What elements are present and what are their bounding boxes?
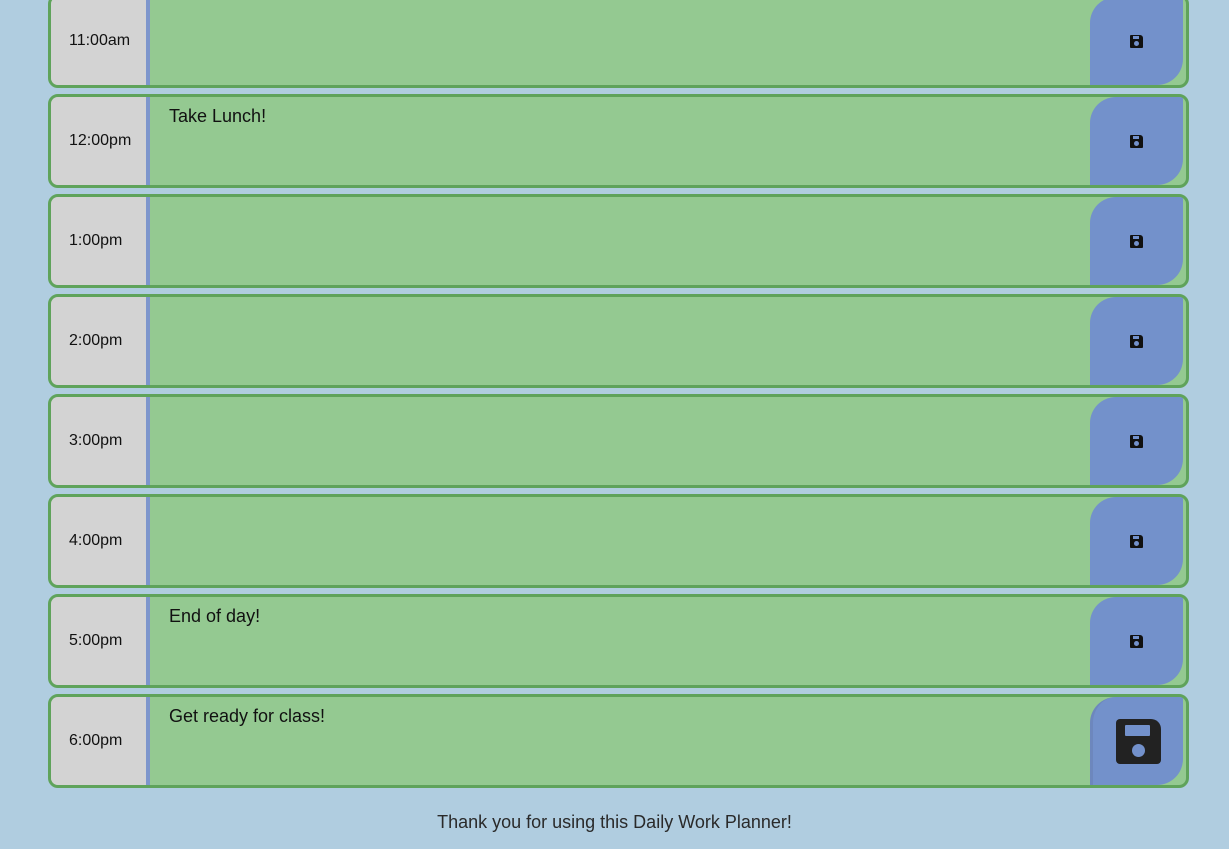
floppy-disk-icon bbox=[1130, 34, 1143, 48]
event-description-input[interactable]: End of day! bbox=[154, 597, 1090, 685]
event-description-input[interactable] bbox=[154, 297, 1090, 385]
footer-message: Thank you for using this Daily Work Plan… bbox=[437, 812, 792, 832]
save-button[interactable] bbox=[1090, 0, 1183, 85]
event-description-input[interactable]: Take Lunch! bbox=[154, 97, 1090, 185]
save-button[interactable] bbox=[1090, 97, 1183, 185]
hour-label: 11:00am bbox=[51, 0, 150, 85]
event-description-input[interactable] bbox=[154, 397, 1090, 485]
floppy-disk-icon bbox=[1130, 434, 1143, 448]
save-button[interactable] bbox=[1090, 497, 1183, 585]
time-block-5pm: 5:00pm End of day! bbox=[48, 594, 1189, 688]
save-button[interactable] bbox=[1090, 197, 1183, 285]
floppy-disk-icon bbox=[1130, 334, 1143, 348]
hour-label: 5:00pm bbox=[51, 597, 150, 685]
time-block-2pm: 2:00pm bbox=[48, 294, 1189, 388]
floppy-disk-icon bbox=[1130, 134, 1143, 148]
event-description-input[interactable] bbox=[154, 0, 1090, 85]
event-description-input[interactable] bbox=[154, 197, 1090, 285]
save-button[interactable] bbox=[1090, 697, 1183, 785]
hour-label: 12:00pm bbox=[51, 97, 150, 185]
event-description-input[interactable] bbox=[154, 497, 1090, 585]
save-button[interactable] bbox=[1090, 297, 1183, 385]
hour-label: 3:00pm bbox=[51, 397, 150, 485]
hour-label: 1:00pm bbox=[51, 197, 150, 285]
floppy-disk-icon bbox=[1130, 634, 1143, 648]
save-button[interactable] bbox=[1090, 397, 1183, 485]
hour-label: 2:00pm bbox=[51, 297, 150, 385]
floppy-disk-icon bbox=[1115, 718, 1161, 764]
time-block-1pm: 1:00pm bbox=[48, 194, 1189, 288]
time-block-6pm: 6:00pm Get ready for class! bbox=[48, 694, 1189, 788]
time-block-12pm: 12:00pm Take Lunch! bbox=[48, 94, 1189, 188]
hour-label: 6:00pm bbox=[51, 697, 150, 785]
time-block-3pm: 3:00pm bbox=[48, 394, 1189, 488]
save-button[interactable] bbox=[1090, 597, 1183, 685]
time-block-4pm: 4:00pm bbox=[48, 494, 1189, 588]
floppy-disk-icon bbox=[1130, 234, 1143, 248]
floppy-disk-icon bbox=[1130, 534, 1143, 548]
planner: 11:00am 12:00pm Take Lunch! 1:00pm 2:00p… bbox=[48, 0, 1189, 794]
time-block-11am: 11:00am bbox=[48, 0, 1189, 88]
hour-label: 4:00pm bbox=[51, 497, 150, 585]
event-description-input[interactable]: Get ready for class! bbox=[154, 697, 1090, 785]
